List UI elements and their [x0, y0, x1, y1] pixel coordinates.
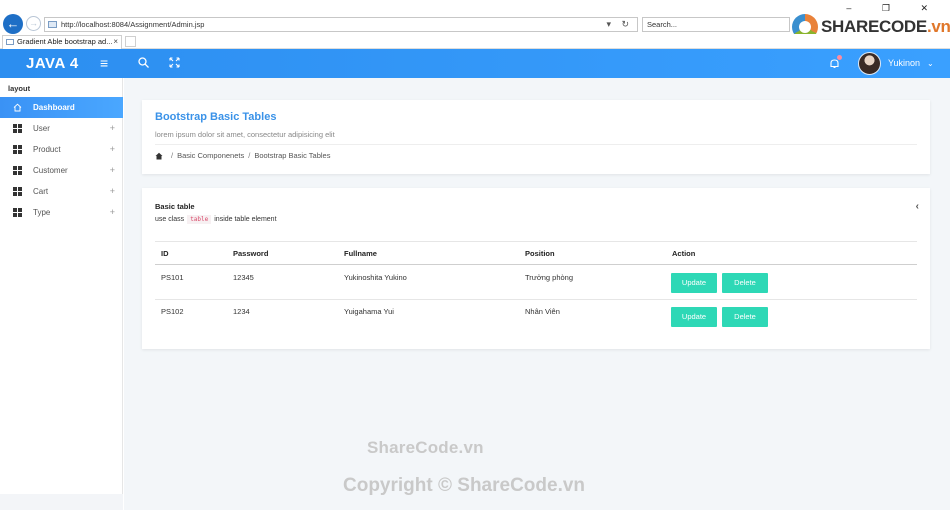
page-header-card: Bootstrap Basic Tables lorem ipsum dolor… [142, 100, 930, 174]
sidebar-item-label: Customer [33, 166, 68, 175]
cell-id: PS101 [161, 273, 184, 282]
avatar[interactable] [858, 52, 881, 75]
cell-password: 12345 [233, 273, 254, 282]
back-arrow-icon[interactable]: ← [3, 14, 23, 34]
watermark-text: ShareCode.vn [367, 438, 484, 457]
new-tab-button[interactable] [125, 36, 136, 47]
grid-icon [13, 208, 22, 217]
desc-text-before: use class [155, 216, 185, 223]
brand-title[interactable]: JAVA 4 [26, 49, 79, 78]
browser-toolbar: ← → http://localhost:8084/Assignment/Adm… [0, 0, 950, 40]
notification-badge [837, 55, 842, 60]
address-url: http://localhost:8084/Assignment/Admin.j… [61, 20, 205, 29]
card-title: Basic table [155, 202, 195, 211]
sidebar-item-label: Type [33, 208, 51, 217]
search-icon[interactable] [137, 56, 150, 69]
home-icon[interactable] [155, 152, 163, 160]
delete-button[interactable]: Delete [722, 307, 768, 327]
divider [155, 144, 917, 145]
cell-position: Nhân Viên [525, 307, 560, 316]
grid-icon [13, 145, 22, 154]
watermark-copyright: Copyright © ShareCode.vn [343, 475, 586, 496]
cell-position: Trưởng phòng [525, 273, 574, 282]
sidebar-item-cart[interactable]: Cart + [0, 181, 123, 202]
column-header-action: Action [672, 249, 696, 258]
hamburger-menu-icon[interactable]: ≡ [100, 55, 108, 72]
cell-password: 1234 [233, 307, 250, 316]
card-description: use class table inside table element [155, 215, 277, 224]
app-header: JAVA 4 ≡ Yukinon ⌄ [0, 49, 950, 78]
forward-arrow-icon[interactable]: → [26, 16, 41, 31]
desc-text-after: inside table element [214, 216, 277, 223]
plus-icon[interactable]: + [110, 202, 115, 223]
breadcrumb-separator: / [171, 151, 174, 160]
update-button[interactable]: Update [671, 273, 717, 293]
main-content: Bootstrap Basic Tables lorem ipsum dolor… [124, 78, 950, 510]
grid-icon [13, 166, 22, 175]
cell-fullname: Yukinoshita Yukino [344, 273, 407, 282]
page-icon [48, 21, 57, 28]
page-subtitle: lorem ipsum dolor sit amet, consectetur … [155, 130, 335, 139]
sidebar-item-label: Product [33, 145, 61, 154]
user-name[interactable]: Yukinon [888, 49, 920, 78]
table-top-rule [155, 241, 917, 242]
breadcrumb-current[interactable]: Bootstrap Basic Tables [254, 151, 330, 160]
close-icon[interactable]: × [113, 36, 118, 48]
row-divider [155, 299, 917, 300]
sidebar-item-dashboard[interactable]: Dashboard [0, 97, 123, 118]
browser-tab[interactable]: Gradient Able bootstrap ad... × [2, 35, 122, 49]
address-bar[interactable]: http://localhost:8084/Assignment/Admin.j… [44, 17, 638, 32]
column-header-fullname: Fullname [344, 249, 377, 258]
sidebar-item-label: Dashboard [33, 103, 75, 112]
plus-icon[interactable]: + [110, 139, 115, 160]
sidebar-item-user[interactable]: User + [0, 118, 123, 139]
update-button[interactable]: Update [671, 307, 717, 327]
sidebar-item-customer[interactable]: Customer + [0, 160, 123, 181]
breadcrumb: / Basic Componenets / Bootstrap Basic Ta… [155, 151, 330, 160]
breadcrumb-link-basic-components[interactable]: Basic Componenets [177, 151, 244, 160]
refresh-icon[interactable]: ▾ ↻ [606, 18, 633, 31]
column-header-id: ID [161, 249, 169, 258]
tab-page-icon [6, 39, 14, 45]
page-title: Bootstrap Basic Tables [155, 111, 277, 123]
sidebar-item-type[interactable]: Type + [0, 202, 123, 223]
chevron-down-icon[interactable]: ⌄ [927, 49, 934, 78]
plus-icon[interactable]: + [110, 160, 115, 181]
table-header-rule [155, 264, 917, 265]
browser-search-input[interactable]: Search... [642, 17, 790, 32]
fullscreen-icon[interactable] [168, 56, 181, 69]
browser-tab-title: Gradient Able bootstrap ad... [17, 37, 113, 46]
column-header-position: Position [525, 249, 555, 258]
grid-icon [13, 124, 22, 133]
cell-fullname: Yuigahama Yui [344, 307, 394, 316]
sidebar-caption: layout [8, 84, 31, 93]
plus-icon[interactable]: + [110, 181, 115, 202]
sidebar-item-label: User [33, 124, 50, 133]
cell-id: PS102 [161, 307, 184, 316]
code-snippet: table [187, 215, 212, 224]
breadcrumb-separator: / [248, 151, 251, 160]
home-icon [13, 103, 22, 112]
chevron-left-icon[interactable]: ‹ [916, 201, 919, 212]
grid-icon [13, 187, 22, 196]
sidebar: layout Dashboard User + Product + Custom… [0, 78, 123, 510]
sidebar-footer [0, 494, 123, 510]
browser-tab-strip: Gradient Able bootstrap ad... × [0, 34, 950, 49]
delete-button[interactable]: Delete [722, 273, 768, 293]
column-header-password: Password [233, 249, 269, 258]
basic-table-card: Basic table use class table inside table… [142, 188, 930, 349]
plus-icon[interactable]: + [110, 118, 115, 139]
sidebar-item-product[interactable]: Product + [0, 139, 123, 160]
sidebar-item-label: Cart [33, 187, 49, 196]
